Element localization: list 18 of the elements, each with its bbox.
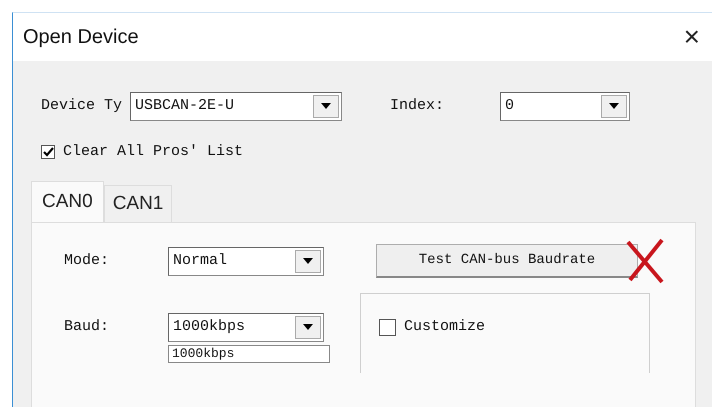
checkbox-label: Customize [404, 317, 486, 337]
device-type-label: Device Ty [41, 96, 122, 116]
tab[interactable]: CAN0 [31, 180, 104, 222]
test-baudrate-button[interactable]: Test CAN-bus Baudrate [376, 244, 638, 278]
tab[interactable]: CAN1 [104, 184, 172, 222]
close-button[interactable]: × [680, 23, 704, 51]
dropdown-list-item[interactable]: 1000kbps [168, 345, 330, 363]
index-dropdown[interactable]: 0 [500, 92, 630, 120]
mode-label: Mode: [64, 250, 110, 271]
checkbox[interactable] [41, 145, 55, 159]
baud-label: Baud: [64, 316, 110, 337]
device-type-dropdown[interactable]: USBCAN-2E-U [130, 92, 342, 120]
mode-dropdown[interactable]: Normal [168, 246, 324, 276]
checkbox[interactable] [379, 318, 396, 336]
index-label: Index: [390, 96, 444, 116]
baud-dropdown[interactable]: 1000kbps [168, 312, 324, 342]
checkbox-label: Clear All Pros' List [63, 142, 244, 162]
window-title: Open Device [23, 25, 139, 50]
